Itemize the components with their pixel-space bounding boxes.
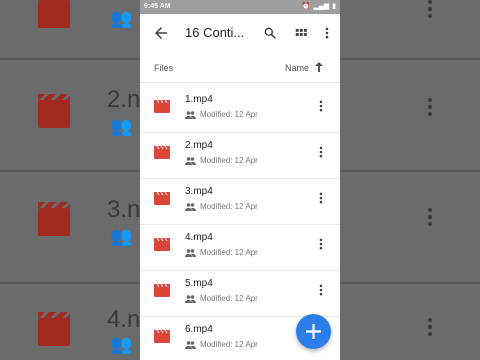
shared-people-icon — [185, 341, 196, 349]
video-file-icon — [154, 283, 170, 297]
section-label: Files — [154, 63, 174, 73]
bg-divider — [0, 282, 140, 284]
file-name: 2.mp4 — [185, 140, 213, 151]
back-arrow-icon[interactable] — [152, 24, 170, 42]
file-name: 5.mp4 — [185, 278, 213, 289]
grid-view-icon[interactable] — [294, 26, 308, 40]
alarm-icon: ⏰ — [301, 3, 311, 10]
bg-divider — [0, 58, 140, 60]
bg-people-icon: 👥 — [110, 334, 133, 354]
bg-kebab-icon — [428, 98, 432, 119]
list-item[interactable]: 1.mp4 Modified: 12 Apr — [140, 86, 340, 133]
phone-screen: 9:45 AM ⏰ ▂▄▆ ▮ 16 Conti... Files Name 1… — [140, 0, 340, 360]
file-name: 1.mp4 — [185, 94, 213, 105]
item-menu-icon[interactable] — [318, 283, 324, 297]
bg-divider — [0, 170, 140, 172]
bg-video-icon — [38, 0, 70, 28]
bg-video-icon — [38, 312, 70, 346]
shared-people-icon — [185, 203, 196, 211]
video-file-icon — [154, 145, 170, 159]
bg-file-name: 4.n — [107, 306, 141, 333]
add-fab-button[interactable] — [296, 314, 331, 349]
status-icons: ⏰ ▂▄▆ ▮ — [302, 2, 336, 10]
shared-people-icon — [185, 157, 196, 165]
battery-icon: ▮ — [332, 3, 336, 10]
modified-date: Modified: 12 Apr — [200, 294, 258, 303]
bg-divider — [340, 170, 480, 172]
file-name: 6.mp4 — [185, 324, 213, 335]
app-bar: 16 Conti... — [140, 14, 340, 52]
shared-people-icon — [185, 111, 196, 119]
modified-date: Modified: 12 Apr — [200, 110, 258, 119]
modified-date: Modified: 12 Apr — [200, 248, 258, 257]
plus-icon — [306, 324, 321, 339]
bg-video-icon — [38, 202, 70, 236]
sort-ascending-icon[interactable] — [314, 61, 324, 73]
shared-people-icon — [185, 249, 196, 257]
bg-divider — [340, 282, 480, 284]
modified-date: Modified: 12 Apr — [200, 340, 258, 349]
video-file-icon — [154, 329, 170, 343]
file-name: 4.mp4 — [185, 232, 213, 243]
video-file-icon — [154, 99, 170, 113]
bg-kebab-icon — [428, 318, 432, 339]
bg-people-icon: 👥 — [110, 226, 133, 246]
more-options-icon[interactable] — [324, 26, 330, 40]
bg-file-name: 3.n — [107, 196, 141, 223]
sort-header: Files Name — [140, 56, 340, 83]
shared-people-icon — [185, 295, 196, 303]
list-item[interactable]: 5.mp4 Modified: 12 Apr — [140, 270, 340, 317]
bg-video-icon — [38, 94, 70, 128]
page-title: 16 Conti... — [185, 25, 245, 40]
video-file-icon — [154, 237, 170, 251]
modified-date: Modified: 12 Apr — [200, 202, 258, 211]
modified-date: Modified: 12 Apr — [200, 156, 258, 165]
item-menu-icon[interactable] — [318, 145, 324, 159]
bg-people-icon: 👥 — [110, 8, 133, 28]
bg-people-icon: 👥 — [110, 116, 133, 136]
search-icon[interactable] — [263, 26, 277, 40]
list-item[interactable]: 2.mp4 Modified: 12 Apr — [140, 132, 340, 179]
item-menu-icon[interactable] — [318, 237, 324, 251]
bg-kebab-icon — [428, 0, 432, 21]
signal-icon: ▂▄▆ — [313, 3, 330, 10]
sort-by-button[interactable]: Name — [285, 63, 309, 73]
bg-divider — [340, 58, 480, 60]
item-menu-icon[interactable] — [318, 191, 324, 205]
bg-kebab-icon — [428, 208, 432, 229]
bg-file-name: 2.n — [107, 86, 141, 113]
file-name: 3.mp4 — [185, 186, 213, 197]
status-time: 9:45 AM — [144, 3, 171, 10]
video-file-icon — [154, 191, 170, 205]
list-item[interactable]: 3.mp4 Modified: 12 Apr — [140, 178, 340, 225]
item-menu-icon[interactable] — [318, 99, 324, 113]
status-bar: 9:45 AM ⏰ ▂▄▆ ▮ — [140, 0, 340, 14]
list-item[interactable]: 4.mp4 Modified: 12 Apr — [140, 224, 340, 271]
